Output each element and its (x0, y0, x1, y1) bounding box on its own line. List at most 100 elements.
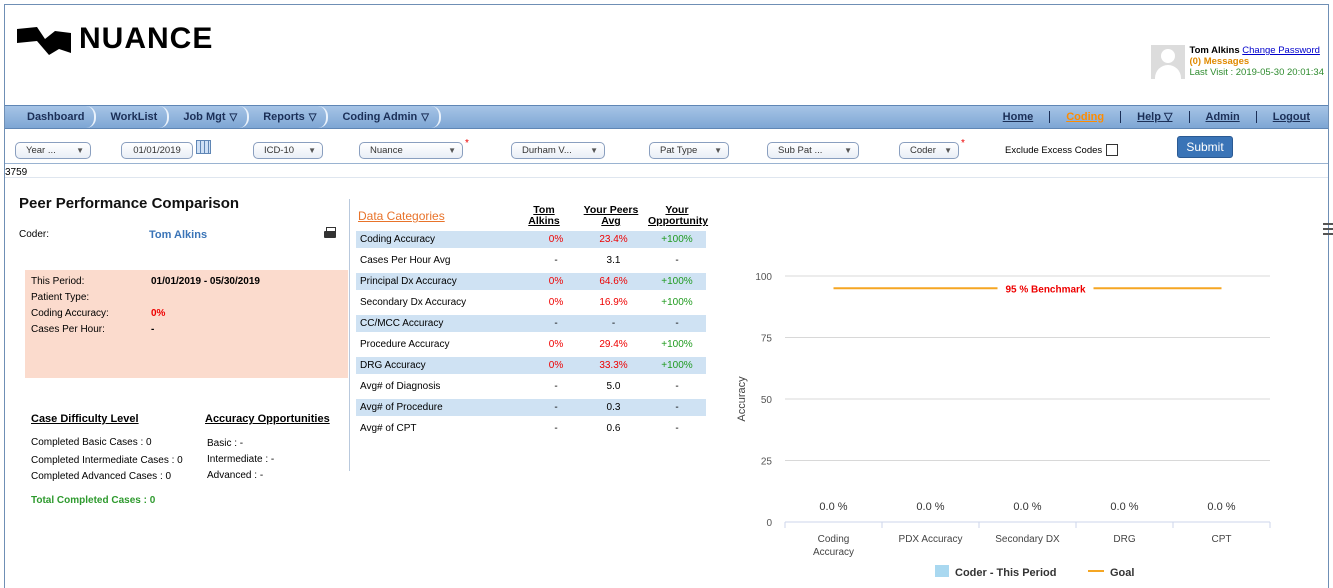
x-tick-label: CPT (1212, 534, 1232, 545)
coding-accuracy-label: Coding Accuracy: (31, 308, 109, 319)
submit-button[interactable]: Submit (1177, 136, 1233, 158)
data-label: 0.0 % (1110, 501, 1138, 513)
nuance-logo: NUANCE (15, 19, 213, 59)
nav-help[interactable]: Help ▽ (1121, 111, 1190, 123)
accuracy-opportunities-title: Accuracy Opportunities (205, 413, 330, 425)
nav-reports[interactable]: Reports ▽ (249, 106, 329, 128)
cell-peers-avg: 16.9% (599, 297, 628, 308)
dropdown-arrow-icon: ▼ (308, 146, 316, 155)
x-tick-label: PDX Accuracy (899, 534, 963, 545)
nav-worklist[interactable]: WorkList (96, 106, 170, 128)
cell-opportunity: - (675, 318, 679, 329)
nuance-logo-icon (17, 27, 71, 55)
cell-peers-avg: 29.4% (599, 339, 628, 350)
last-visit: Last Visit : 2019-05-30 20:01:34 (1189, 67, 1324, 78)
nav-admin[interactable]: Admin (1190, 111, 1257, 123)
chart-menu-icon[interactable] (1323, 223, 1333, 238)
header: NUANCE Tom Alkins Change Password (0) Me… (5, 5, 1328, 105)
table-row: CC/MCC Accuracy - - - (356, 315, 706, 332)
cell-category: Secondary Dx Accuracy (360, 297, 467, 308)
x-tick-label: Coding (818, 534, 850, 545)
dropdown-arrow-icon: ▼ (714, 146, 722, 155)
print-icon[interactable] (324, 227, 336, 239)
cell-opportunity: - (675, 402, 679, 413)
patient-type-row: Patient Type: (31, 292, 89, 303)
cell-category: Cases Per Hour Avg (360, 255, 451, 266)
page-title: Peer Performance Comparison (19, 195, 240, 212)
legend-label-goal: Goal (1110, 567, 1134, 579)
data-label: 0.0 % (1207, 501, 1235, 513)
nav-label: WorkList (110, 111, 158, 123)
cell-peers-avg: 0.6 (606, 423, 621, 434)
nav-home[interactable]: Home (987, 111, 1051, 123)
exclude-checkbox[interactable] (1106, 144, 1119, 156)
code-set-select[interactable]: ICD-10 ▼ (253, 142, 323, 159)
cell-opportunity: - (675, 381, 679, 392)
x-tick-label: Secondary DX (995, 534, 1060, 545)
chevron-down-icon: ▽ (421, 111, 429, 123)
cell-category: Avg# of Procedure (360, 402, 443, 413)
y-tick-label: 0 (766, 518, 772, 529)
coding-accuracy-value: 0% (151, 308, 166, 319)
dropdown-arrow-icon: ▼ (944, 146, 952, 155)
messages-link[interactable]: (0) Messages (1189, 56, 1324, 67)
client-select[interactable]: Nuance ▼ (359, 142, 463, 159)
nav-job-mgt[interactable]: Job Mgt ▽ (169, 106, 250, 128)
col-header-peers: Your Peers Avg (576, 205, 646, 227)
cell-opportunity: +100% (661, 339, 693, 350)
period-row: This Period: 01/01/2019 - 05/30/2019 (31, 276, 260, 287)
coding-accuracy-row: Coding Accuracy: 0% (31, 308, 165, 319)
change-password-link[interactable]: Change Password (1242, 45, 1320, 56)
start-date-input[interactable]: 01/01/2019 (121, 142, 193, 159)
col-header-opp-2: Opportunity (648, 215, 709, 227)
completed-basic: Completed Basic Cases : 0 (31, 437, 152, 448)
col-header-coder-2: Alkins (528, 215, 560, 227)
table-row: Avg# of Procedure -0.3- (356, 399, 706, 416)
nav-coding-admin[interactable]: Coding Admin ▽ (328, 106, 441, 128)
coder-select[interactable]: Coder ▼ (899, 142, 959, 159)
required-marker: * (465, 138, 469, 149)
nav-logout[interactable]: Logout (1257, 111, 1322, 123)
dropdown-arrow-icon: ▼ (76, 146, 84, 155)
sub-pat-select[interactable]: Sub Pat ... ▼ (767, 142, 859, 159)
legend-swatch-coder (935, 565, 949, 577)
chevron-down-icon: ▽ (308, 111, 317, 123)
cell-opportunity: +100% (661, 297, 693, 308)
total-completed: Total Completed Cases : 0 (31, 495, 156, 506)
y-tick-label: 25 (761, 457, 773, 468)
code-set-value: ICD-10 (264, 145, 295, 156)
user-box: Tom Alkins Change Password (0) Messages … (1151, 45, 1324, 79)
nav-left: Dashboard WorkList Job Mgt ▽ Reports ▽ Cod… (5, 106, 441, 128)
cell-opportunity: +100% (661, 360, 693, 371)
year-select[interactable]: Year ... ▼ (15, 142, 91, 159)
cell-peers-avg: 3.1 (606, 255, 621, 266)
accuracy-chart: Accuracy 0 25 50 75 100 0.0 % Coding Accuracy 0.0… (736, 272, 1271, 579)
cell-category: CC/MCC Accuracy (360, 318, 444, 329)
dropdown-arrow-icon: ▼ (590, 146, 598, 155)
facility-select[interactable]: Durham V... ▼ (511, 142, 605, 159)
cell-category: Principal Dx Accuracy (360, 276, 457, 287)
cell-opportunity: +100% (661, 276, 693, 287)
opp-intermediate: Intermediate : - (207, 454, 275, 465)
pat-type-select[interactable]: Pat Type ▼ (649, 142, 729, 159)
cases-per-hour-value: - (151, 324, 155, 335)
calendar-icon[interactable] (196, 140, 211, 154)
nav-label: Reports (263, 111, 305, 123)
cases-per-hour-label: Cases Per Hour: (31, 324, 105, 335)
case-difficulty-title: Case Difficulty Level (31, 413, 139, 425)
table-row: Avg# of Diagnosis -5.0- (356, 378, 706, 395)
nav-dashboard[interactable]: Dashboard (5, 106, 97, 128)
period-value: 01/01/2019 - 05/30/2019 (151, 276, 260, 287)
nav-label: Job Mgt (183, 111, 226, 123)
nav-coding[interactable]: Coding (1050, 111, 1122, 123)
period-label: This Period: (31, 276, 85, 287)
cell-opportunity: +100% (661, 234, 693, 245)
table-row: Principal Dx Accuracy 0% 64.6% +100% (356, 273, 706, 290)
chevron-down-icon: ▽ (229, 111, 238, 123)
dropdown-arrow-icon: ▼ (844, 146, 852, 155)
summary-panel: Peer Performance Comparison Coder: Tom A… (19, 195, 349, 506)
start-date-value: 01/01/2019 (133, 145, 181, 156)
year-select-value: Year ... (26, 145, 56, 156)
pat-type-value: Pat Type (660, 145, 698, 156)
data-categories-header[interactable]: Data Categories (358, 209, 445, 223)
